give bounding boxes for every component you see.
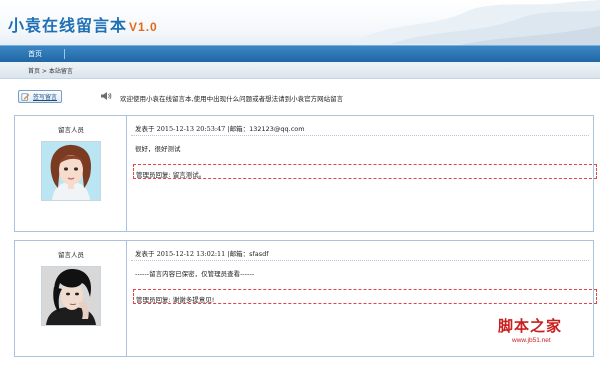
site-header: 小袁在线留言本 V1.0 [0, 0, 600, 45]
site-title: 小袁在线留言本 V1.0 [8, 12, 158, 36]
write-message-label: 签写留言 [33, 94, 58, 101]
author-role: 留言人员 [58, 251, 84, 259]
admin-reply: 管理员回复: 留言测试。 [133, 164, 597, 179]
ink-wash-decoration [350, 0, 600, 45]
breadcrumb-bar: 首页 > 本站留言 [0, 62, 600, 79]
author-role: 留言人员 [58, 126, 84, 134]
nav-bar: 首页 [0, 45, 600, 62]
watermark-title: 脚本之家 [498, 317, 563, 335]
message-meta: 发表于 2015-12-13 20:53:47 |邮箱：132123@qq.co… [135, 123, 305, 133]
nav-separator [64, 49, 65, 59]
watermark: 脚本之家 www.jb51.net [498, 315, 588, 355]
avatar [41, 266, 101, 326]
message-content: ------留言内容已保密，仅管理员查看------ [135, 270, 255, 278]
pencil-icon [21, 92, 30, 101]
divider [131, 260, 589, 261]
watermark-url: www.jb51.net [512, 337, 551, 344]
nav-item-home[interactable]: 首页 [28, 49, 42, 59]
posted-time: 2015-12-12 13:02:11 [156, 250, 226, 258]
welcome-notice: 欢迎使用小袁在线留言本,使用中出现什么问题或者想法请到小袁官方网站留言 [120, 95, 344, 103]
author-email: |邮箱：132123@qq.com [225, 125, 305, 133]
author-email: |邮箱：sfasdf [225, 250, 269, 258]
posted-prefix: 发表于 [135, 250, 157, 258]
message-author-panel: 留言人员 [15, 241, 127, 356]
message-author-panel: 留言人员 [15, 116, 127, 231]
avatar [41, 141, 101, 201]
breadcrumb: 首页 > 本站留言 [28, 68, 73, 75]
male-avatar-icon [42, 267, 100, 325]
message-meta: 发表于 2015-12-12 13:02:11 |邮箱：sfasdf [135, 248, 269, 258]
site-version: V1.0 [129, 20, 158, 34]
speaker-icon [101, 92, 112, 100]
message-card: 留言人员 发表于 2015-12-13 20:53:47 |邮箱：132123@… [14, 115, 597, 232]
site-title-text: 小袁在线留言本 [8, 16, 128, 35]
posted-time: 2015-12-13 20:53:47 [156, 125, 226, 133]
female-avatar-icon [42, 142, 100, 200]
posted-prefix: 发表于 [135, 125, 157, 133]
admin-reply: 管理员回复: 谢谢多提意见! [133, 289, 597, 304]
divider [131, 135, 589, 136]
message-content: 很好，很好测试 [135, 145, 181, 153]
write-message-button[interactable]: 签写留言 [18, 90, 62, 103]
